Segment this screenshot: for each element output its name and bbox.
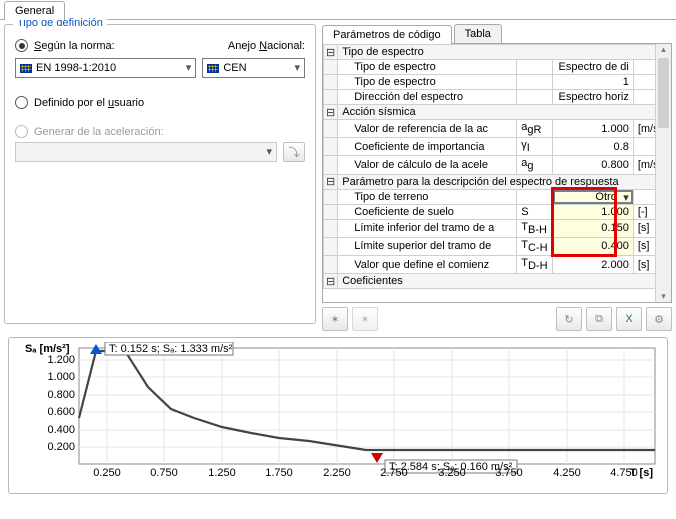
norm-select[interactable]: EN 1998-1:2010 (15, 58, 196, 78)
svg-text:2.750: 2.750 (380, 467, 408, 479)
y-axis-label: Sₐ [m/s²] (25, 343, 70, 355)
group-header: Tipo de espectro (338, 45, 671, 60)
parameter-grid[interactable]: ⊟Tipo de espectro Tipo de espectroEspect… (322, 43, 672, 303)
radio-from-accel (15, 125, 28, 138)
radio-by-user[interactable] (15, 96, 28, 109)
svg-text:0.200: 0.200 (47, 441, 75, 453)
group-header: Acción sísmica (338, 105, 671, 120)
svg-text:0.250: 0.250 (93, 467, 121, 479)
radio-by-user-label: Definido por el usuario (34, 97, 144, 109)
eu-flag-icon (20, 64, 32, 73)
svg-text:0.600: 0.600 (47, 406, 75, 418)
collapse-icon[interactable]: ⊟ (324, 45, 338, 60)
svg-text:1.000: 1.000 (47, 371, 75, 383)
svg-text:0.400: 0.400 (47, 424, 75, 436)
group-header: Coeficientes (338, 274, 671, 289)
svg-text:1.200: 1.200 (47, 354, 75, 366)
pick-point-alt-button[interactable]: ✶ (352, 307, 378, 331)
highlight-box (551, 187, 617, 257)
anejo-select[interactable]: CEN (202, 58, 305, 78)
import-icon: ⤵ (289, 144, 300, 160)
collapse-icon[interactable]: ⊟ (324, 274, 338, 289)
anejo-label: Anejo Nacional: (115, 40, 305, 52)
vertical-scrollbar[interactable] (655, 44, 671, 302)
accel-import-button: ⤵ (283, 142, 305, 162)
svg-text:4.250: 4.250 (553, 467, 581, 479)
group-header: Parámetro para la descripción del espect… (338, 174, 671, 189)
svg-text:0.750: 0.750 (150, 467, 178, 479)
tab-general[interactable]: General (4, 1, 65, 20)
refresh-button[interactable]: ↻ (556, 307, 582, 331)
x-axis-label: T [s] (630, 467, 654, 479)
collapse-icon[interactable]: ⊟ (324, 105, 338, 120)
gear-icon: ⚙ (654, 313, 664, 326)
refresh-icon: ↻ (564, 313, 573, 326)
accel-select (15, 142, 277, 162)
tab-params[interactable]: Parámetros de código (322, 25, 452, 44)
radio-by-norm-label: Según la norma: (34, 40, 115, 52)
collapse-icon[interactable]: ⊟ (324, 174, 338, 189)
copy-icon: ⧉ (595, 313, 603, 326)
eu-flag-icon (207, 64, 219, 73)
copy-button[interactable]: ⧉ (586, 307, 612, 331)
pick-point-button[interactable]: ✶ (322, 307, 348, 331)
svg-text:1.750: 1.750 (265, 467, 293, 479)
target-icon: ✶ (330, 313, 339, 326)
chart-callout: T: 0.152 s; Sₐ: 1.333 m/s² (109, 343, 233, 355)
excel-icon: X (625, 313, 632, 325)
target-icon: ✶ (360, 313, 369, 326)
radio-from-accel-label: Generar de la aceleración: (34, 126, 164, 138)
tab-table[interactable]: Tabla (454, 24, 502, 43)
export-excel-button[interactable]: X (616, 307, 642, 331)
svg-text:3.750: 3.750 (495, 467, 523, 479)
svg-text:2.250: 2.250 (323, 467, 351, 479)
settings-button[interactable]: ⚙ (646, 307, 672, 331)
radio-by-norm[interactable] (15, 39, 28, 52)
spectrum-chart: T: 0.152 s; Sₐ: 1.333 m/s² T: 2.584 s; S… (8, 337, 668, 494)
svg-text:1.250: 1.250 (208, 467, 236, 479)
svg-text:0.800: 0.800 (47, 389, 75, 401)
svg-text:3.250: 3.250 (438, 467, 466, 479)
definition-type-group: Tipo de definición Según la norma: Anejo… (4, 24, 316, 324)
